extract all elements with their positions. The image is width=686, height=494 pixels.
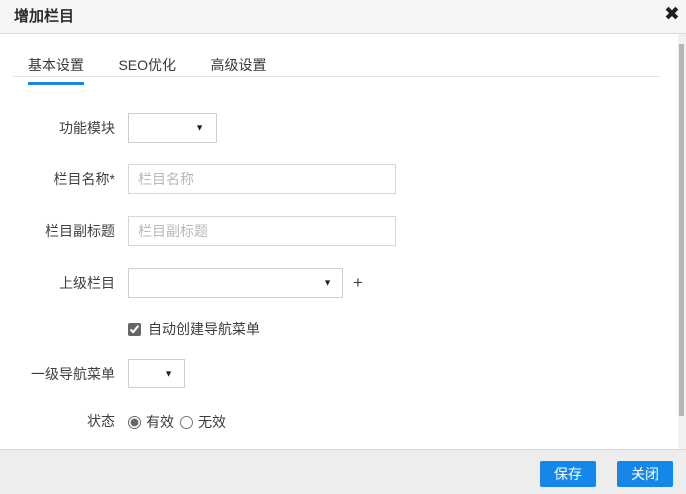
parent-column-label: 上级栏目 <box>59 275 115 291</box>
status-invalid-radio[interactable] <box>180 415 193 429</box>
row-nav-menu: 一级导航菜单 ▼ <box>0 359 686 389</box>
row-auto-nav: 自动创建导航菜单 <box>0 321 686 337</box>
modal-header: 增加栏目 ✖ <box>0 0 686 34</box>
row-column-subtitle: 栏目副标题 <box>0 216 686 246</box>
close-icon[interactable]: ✖ <box>659 1 685 29</box>
tab-seo[interactable]: SEO优化 <box>118 55 176 84</box>
row-function-module: 功能模块 ▼ <box>0 113 686 143</box>
auto-nav-checkbox[interactable] <box>128 322 141 336</box>
column-subtitle-label: 栏目副标题 <box>45 223 115 239</box>
function-module-select[interactable] <box>128 113 217 143</box>
row-status: 状态 有效 无效 <box>0 414 686 430</box>
row-parent-column: 上级栏目 ▼ + <box>0 268 686 298</box>
auto-nav-label: 自动创建导航菜单 <box>148 321 260 337</box>
save-button[interactable]: 保存 <box>540 461 596 487</box>
add-category-modal: 增加栏目 ✖ 基本设置 SEO优化 高级设置 功能模块 ▼ 栏目名称* 栏目副标… <box>0 0 686 494</box>
nav-menu-select[interactable] <box>128 359 185 388</box>
status-label: 状态 <box>87 413 115 429</box>
parent-column-select[interactable] <box>128 268 343 298</box>
close-button[interactable]: 关闭 <box>617 461 673 487</box>
tab-advanced-settings[interactable]: 高级设置 <box>210 55 266 84</box>
column-subtitle-input[interactable] <box>128 216 396 246</box>
modal-footer: 保存 关闭 <box>0 449 686 494</box>
modal-title: 增加栏目 <box>14 8 75 25</box>
nav-menu-label: 一级导航菜单 <box>31 366 115 382</box>
tab-bar: 基本设置 SEO优化 高级设置 <box>13 34 660 85</box>
add-parent-column-button[interactable]: + <box>353 268 363 298</box>
row-column-name: 栏目名称* <box>0 164 686 194</box>
column-name-label: 栏目名称* <box>53 171 115 187</box>
status-valid-label: 有效 <box>146 414 174 430</box>
scrollbar-thumb[interactable] <box>679 44 684 416</box>
status-valid-radio[interactable] <box>128 415 141 429</box>
vertical-scrollbar[interactable] <box>678 34 686 450</box>
column-name-input[interactable] <box>128 164 396 194</box>
function-module-label: 功能模块 <box>59 120 115 136</box>
status-invalid-label: 无效 <box>198 414 226 430</box>
tab-basic-settings[interactable]: 基本设置 <box>28 55 84 85</box>
